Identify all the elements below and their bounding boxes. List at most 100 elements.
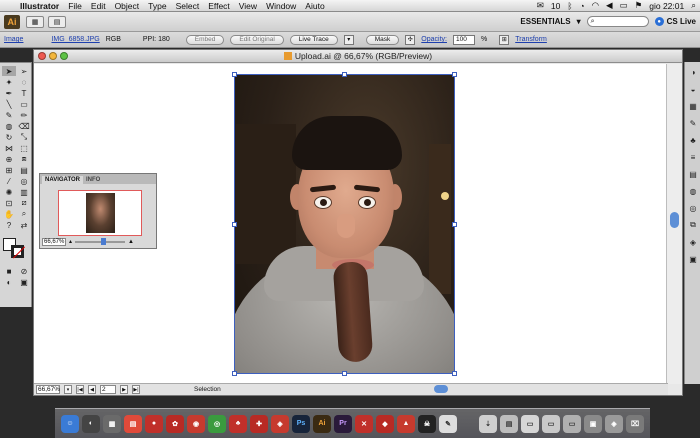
lasso-tool-icon[interactable]: ◌ <box>17 77 31 87</box>
width-tool-icon[interactable]: ⋈ <box>2 143 16 153</box>
line-tool-icon[interactable]: ╲ <box>2 99 16 109</box>
bridge-icon[interactable]: ▦ <box>26 15 44 28</box>
menu-view[interactable]: View <box>239 1 257 11</box>
eyedropper-tool-icon[interactable]: ⁄ <box>2 176 16 186</box>
downloads-stack-icon[interactable]: ⇣ <box>479 414 497 433</box>
crop-icon[interactable]: ✣ <box>405 34 416 45</box>
folder-stack-3-icon[interactable]: ▭ <box>563 414 581 433</box>
zoom-out-icon[interactable]: ▴ <box>69 238 72 245</box>
search-input[interactable]: ⌕ <box>586 16 649 27</box>
stroke-swatch[interactable] <box>11 245 24 258</box>
horizontal-scroll-thumb[interactable] <box>434 385 448 393</box>
screen-mode-icon[interactable]: ▣ <box>17 277 31 287</box>
transform-link[interactable]: Transform <box>515 36 547 43</box>
zoom-in-icon[interactable]: ▲ <box>128 239 134 245</box>
menu-edit[interactable]: Edit <box>91 1 106 11</box>
arrange-documents-icon[interactable]: ▤ <box>48 15 66 28</box>
artboard-number-field[interactable]: 2 <box>100 385 116 394</box>
app-red-8-icon[interactable]: ◆ <box>376 414 394 433</box>
app-red-1-icon[interactable]: ● <box>145 414 163 433</box>
chevron-down-icon[interactable]: ▾ <box>577 17 581 26</box>
help-icon[interactable]: ? <box>2 220 16 230</box>
graphic-styles-panel-icon[interactable]: ⧉ <box>686 218 700 232</box>
menu-help[interactable]: Aiuto <box>305 1 324 11</box>
workspace-switcher[interactable]: ESSENTIALS <box>520 17 570 26</box>
app-red-6-icon[interactable]: ◈ <box>271 414 289 433</box>
menu-type[interactable]: Type <box>148 1 166 11</box>
opacity-link[interactable]: Opacity: <box>421 36 447 43</box>
artboards-panel-icon[interactable]: ▣ <box>686 252 700 266</box>
next-artboard-icon[interactable]: ▶ <box>120 385 128 394</box>
illustrator-dock-icon[interactable]: Ai <box>313 414 331 433</box>
calendar-icon[interactable]: ▤ <box>124 414 142 433</box>
draw-mode-icon[interactable]: ◐ <box>2 277 16 287</box>
object-type-link[interactable]: Image <box>4 36 23 43</box>
applications-stack-icon[interactable]: ◈ <box>605 414 623 433</box>
color-mode-icon[interactable]: ■ <box>2 266 16 276</box>
column-graph-tool-icon[interactable]: ▥ <box>17 187 31 197</box>
live-trace-button[interactable]: Live Trace <box>289 34 338 45</box>
scale-tool-icon[interactable]: ⤡ <box>17 132 31 142</box>
app-red-5-icon[interactable]: ✚ <box>250 414 268 433</box>
swap-colors-icon[interactable]: ⇄ <box>17 220 31 230</box>
edit-original-button[interactable]: Edit Original <box>230 34 284 45</box>
time-machine-icon[interactable]: ◔ <box>579 1 584 11</box>
none-mode-icon[interactable]: ⊘ <box>17 266 31 276</box>
volume-icon[interactable]: ◀ <box>606 0 613 11</box>
hand-tool-icon[interactable]: ✋ <box>2 209 16 219</box>
menu-object[interactable]: Object <box>115 1 140 11</box>
pen-tool-icon[interactable]: ✒ <box>2 88 16 98</box>
stroke-panel-icon[interactable]: ≡ <box>686 150 700 164</box>
app-red-3-icon[interactable]: ◉ <box>187 414 205 433</box>
shape-builder-tool-icon[interactable]: ⊕ <box>2 154 16 164</box>
folder-stack-2-icon[interactable]: ▭ <box>542 414 560 433</box>
menu-effect[interactable]: Effect <box>208 1 230 11</box>
finder-icon[interactable]: ☺ <box>61 414 79 433</box>
document-title-bar[interactable]: Upload.ai @ 66,67% (RGB/Preview) <box>34 50 682 63</box>
app-white-icon[interactable]: ✎ <box>439 414 457 433</box>
gradient-panel-icon[interactable]: ▤ <box>686 167 700 181</box>
embed-button[interactable]: Embed <box>185 34 225 45</box>
clock[interactable]: gio 22:01 <box>649 1 684 11</box>
first-artboard-icon[interactable]: |◀ <box>76 385 84 394</box>
vertical-scrollbar[interactable] <box>666 64 682 384</box>
gradient-tool-icon[interactable]: ▤ <box>17 165 31 175</box>
color-panel-icon[interactable]: ◑ <box>686 65 700 79</box>
tab-info[interactable]: INFO <box>83 176 103 184</box>
photoshop-icon[interactable]: Ps <box>292 414 310 433</box>
appearance-panel-icon[interactable]: ◎ <box>686 201 700 215</box>
paintbrush-tool-icon[interactable]: ✎ <box>2 110 16 120</box>
dashboard-icon[interactable]: ◐ <box>82 414 100 433</box>
mission-control-icon[interactable]: ▦ <box>103 414 121 433</box>
symbols-panel-icon[interactable]: ♣ <box>686 133 700 147</box>
status-text[interactable]: Selection <box>194 386 221 393</box>
artboard-tool-icon[interactable]: ⊡ <box>2 198 16 208</box>
direct-selection-tool-icon[interactable]: ➢ <box>17 66 31 76</box>
wifi-icon[interactable]: ◠ <box>592 0 599 11</box>
folder-stack-1-icon[interactable]: ▭ <box>521 414 539 433</box>
slice-tool-icon[interactable]: ⧄ <box>17 198 31 208</box>
navigator-zoom-slider[interactable] <box>75 237 126 245</box>
menu-select[interactable]: Select <box>176 1 200 11</box>
tab-navigator[interactable]: NAVIGATOR <box>42 176 84 184</box>
live-trace-options-icon[interactable]: ▾ <box>343 34 354 45</box>
zoom-level-field[interactable]: 66,67% <box>36 385 60 394</box>
zoom-tool-icon[interactable]: ⌕ <box>17 209 31 219</box>
documents-stack-icon[interactable]: ▤ <box>500 414 518 433</box>
symbol-sprayer-tool-icon[interactable]: ✺ <box>2 187 16 197</box>
rectangle-tool-icon[interactable]: ▭ <box>17 99 31 109</box>
navigator-zoom-field[interactable]: 66,67% <box>42 237 66 246</box>
brushes-panel-icon[interactable]: ✎ <box>686 116 700 130</box>
preview-stack-icon[interactable]: ▣ <box>584 414 602 433</box>
blend-tool-icon[interactable]: ◎ <box>17 176 31 186</box>
file-name-link[interactable]: IMG_6858.JPG <box>51 36 99 43</box>
placed-image[interactable] <box>234 74 455 374</box>
battery-icon[interactable]: ▭ <box>620 0 628 11</box>
chrome-icon[interactable]: ◎ <box>208 414 226 433</box>
eraser-tool-icon[interactable]: ⌫ <box>17 121 31 131</box>
opacity-input[interactable]: 100 <box>452 34 475 45</box>
app-dark-icon[interactable]: ☠ <box>418 414 436 433</box>
bluetooth-icon[interactable]: ᛒ <box>567 1 572 11</box>
app-red-2-icon[interactable]: ✿ <box>166 414 184 433</box>
blob-brush-tool-icon[interactable]: ◍ <box>2 121 16 131</box>
